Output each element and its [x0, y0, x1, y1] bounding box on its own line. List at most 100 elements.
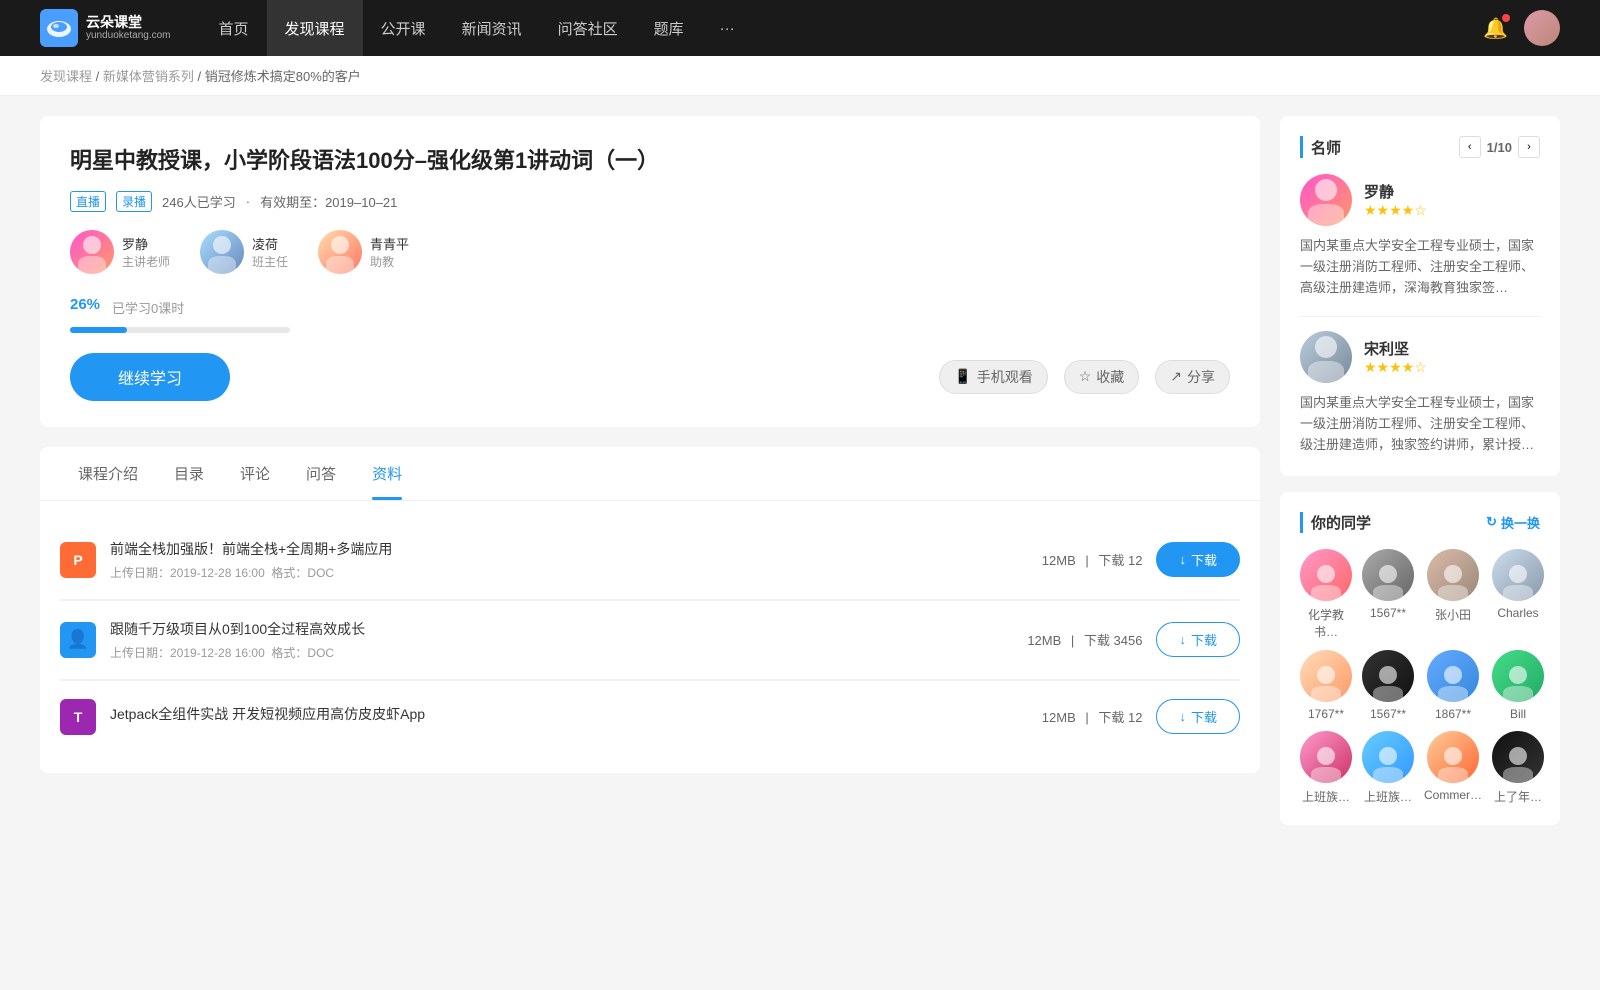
- classmate-2[interactable]: 张小田: [1424, 549, 1482, 640]
- cm-avatar-3: [1492, 549, 1544, 601]
- bell-dot: [1502, 14, 1510, 22]
- download-button-1[interactable]: ↓ 下载: [1156, 622, 1240, 657]
- download-button-0[interactable]: ↓ 下载: [1156, 542, 1240, 577]
- refresh-icon: ↻: [1486, 514, 1497, 530]
- share-button[interactable]: ↗ 分享: [1155, 360, 1230, 394]
- cm-name-3: Charles: [1497, 606, 1538, 620]
- cm-avatar-1: [1362, 549, 1414, 601]
- refresh-label: 换一换: [1501, 513, 1540, 532]
- cm-name-2: 张小田: [1435, 606, 1471, 623]
- tc-info-0: 罗静 ★★★★☆: [1364, 181, 1427, 219]
- classmate-9[interactable]: 上班族…: [1362, 731, 1414, 805]
- tc-divider: [1300, 316, 1540, 317]
- user-avatar[interactable]: [1524, 10, 1560, 46]
- classmate-5[interactable]: 1567**: [1362, 650, 1414, 721]
- classmate-0[interactable]: 化学教书…: [1300, 549, 1352, 640]
- teacher-0: 罗静 主讲老师: [70, 230, 170, 274]
- cm-name-9: 上班族…: [1364, 788, 1412, 805]
- tc-stars-0: ★★★★☆: [1364, 202, 1427, 219]
- phone-watch-button[interactable]: 📱 手机观看: [939, 360, 1047, 394]
- nav-home[interactable]: 首页: [201, 0, 267, 56]
- tc-desc-1: 国内某重点大学安全工程专业硕士，国家一级注册消防工程师、注册安全工程师、级注册建…: [1300, 393, 1540, 455]
- share-label: 分享: [1187, 367, 1215, 387]
- file-name-1: 跟随千万级项目从0到100全过程高效成长: [110, 619, 1008, 639]
- teacher-2: 青青平 助教: [318, 230, 409, 274]
- refresh-button[interactable]: ↻ 换一换: [1486, 513, 1540, 532]
- tc-stars-1: ★★★★☆: [1364, 359, 1427, 376]
- tab-content: P 前端全栈加强版！前端全栈+全周期+多端应用 上传日期：2019-12-28 …: [40, 501, 1260, 773]
- cm-avatar-5: [1362, 650, 1414, 702]
- nav-quiz[interactable]: 题库: [636, 0, 702, 56]
- cm-avatar-10: [1427, 731, 1479, 783]
- nav-news[interactable]: 新闻资讯: [444, 0, 540, 56]
- download-icon-2: ↓: [1179, 709, 1186, 724]
- nav-qa[interactable]: 问答社区: [540, 0, 636, 56]
- star-icon: ☆: [1079, 368, 1092, 385]
- validity: 有效期至：2019–10–21: [260, 192, 397, 211]
- teacher-1: 凌荷 班主任: [200, 230, 288, 274]
- classmate-11[interactable]: 上了年…: [1492, 731, 1544, 805]
- teachers-prev-button[interactable]: ‹: [1459, 136, 1481, 158]
- tab-catalog[interactable]: 目录: [156, 447, 222, 500]
- teacher-avatar-2: [318, 230, 362, 274]
- nav-open[interactable]: 公开课: [363, 0, 444, 56]
- tc-header-0: 罗静 ★★★★☆: [1300, 174, 1540, 226]
- classmate-3[interactable]: Charles: [1492, 549, 1544, 640]
- teachers-pagination: ‹ 1/10 ›: [1459, 136, 1540, 158]
- nav-more[interactable]: ···: [702, 0, 753, 56]
- file-name-0: 前端全栈加强版！前端全栈+全周期+多端应用: [110, 539, 1008, 559]
- course-actions: 继续学习 📱 手机观看 ☆ 收藏 ↗ 分享: [70, 353, 1230, 401]
- progress-bar-bg: [70, 327, 290, 333]
- cm-avatar-4: [1300, 650, 1352, 702]
- teacher-role-2: 助教: [370, 253, 409, 270]
- classmates-grid: 化学教书… 1567**: [1300, 549, 1540, 805]
- phone-icon: 📱: [954, 368, 971, 385]
- tc-avatar-1: [1300, 331, 1352, 383]
- tab-intro[interactable]: 课程介绍: [60, 447, 156, 500]
- breadcrumb-series[interactable]: 新媒体营销系列: [103, 69, 194, 84]
- main-wrap: 明星中教授课，小学阶段语法100分–强化级第1讲动词（一） 直播 录播 246人…: [0, 96, 1600, 861]
- course-title: 明星中教授课，小学阶段语法100分–强化级第1讲动词（一）: [70, 146, 1230, 177]
- tab-qa[interactable]: 问答: [288, 447, 354, 500]
- tc-info-1: 宋利坚 ★★★★☆: [1364, 338, 1427, 376]
- logo[interactable]: 云朵课堂 yunduoketang.com: [40, 9, 171, 47]
- teachers-sidebar-card: 名师 ‹ 1/10 ›: [1280, 116, 1560, 476]
- continue-button[interactable]: 继续学习: [70, 353, 230, 401]
- file-info-1: 跟随千万级项目从0到100全过程高效成长 上传日期：2019-12-28 16:…: [110, 619, 1008, 661]
- teachers-next-button[interactable]: ›: [1518, 136, 1540, 158]
- classmate-10[interactable]: Commer…: [1424, 731, 1482, 805]
- phone-label: 手机观看: [977, 367, 1033, 387]
- cm-avatar-2: [1427, 549, 1479, 601]
- tab-review[interactable]: 评论: [222, 447, 288, 500]
- classmate-8[interactable]: 上班族…: [1300, 731, 1352, 805]
- classmate-7[interactable]: Bill: [1492, 650, 1544, 721]
- classmate-1[interactable]: 1567**: [1362, 549, 1414, 640]
- collect-button[interactable]: ☆ 收藏: [1064, 360, 1140, 394]
- file-item-2: T Jetpack全组件实战 开发短视频应用高仿皮皮虾App 12MB | 下载…: [60, 681, 1240, 753]
- teachers-list: 罗静 主讲老师 凌荷 班主任: [70, 230, 1230, 274]
- download-icon-0: ↓: [1179, 552, 1186, 567]
- share-icon: ↗: [1170, 368, 1182, 385]
- classmate-6[interactable]: 1867**: [1424, 650, 1482, 721]
- progress-bar-fill: [70, 327, 127, 333]
- progress-sub: 已学习0课时: [112, 298, 184, 317]
- download-button-2[interactable]: ↓ 下载: [1156, 699, 1240, 734]
- file-stats-0: 12MB | 下载 12: [1022, 550, 1142, 569]
- cm-avatar-8: [1300, 731, 1352, 783]
- nav-items: 首页 发现课程 公开课 新闻资讯 问答社区 题库 ···: [201, 0, 1484, 56]
- tc-name-0: 罗静: [1364, 181, 1427, 202]
- tc-header-1: 宋利坚 ★★★★☆: [1300, 331, 1540, 383]
- breadcrumb-discover[interactable]: 发现课程: [40, 69, 92, 84]
- file-stats-1: 12MB | 下载 3456: [1022, 630, 1142, 649]
- tab-materials[interactable]: 资料: [354, 447, 420, 500]
- tabs-header: 课程介绍 目录 评论 问答 资料: [40, 447, 1260, 501]
- nav-discover[interactable]: 发现课程: [267, 0, 363, 56]
- cm-name-0: 化学教书…: [1300, 606, 1352, 640]
- breadcrumb-current: 销冠修炼术搞定80%的客户: [205, 69, 361, 84]
- teacher-name-2: 青青平: [370, 234, 409, 253]
- classmate-4[interactable]: 1767**: [1300, 650, 1352, 721]
- bell-icon[interactable]: 🔔: [1483, 16, 1508, 41]
- file-icon-1: 👤: [60, 622, 96, 658]
- classmates-card: 你的同学 ↻ 换一换 化学教书…: [1280, 492, 1560, 825]
- cm-name-7: Bill: [1510, 707, 1526, 721]
